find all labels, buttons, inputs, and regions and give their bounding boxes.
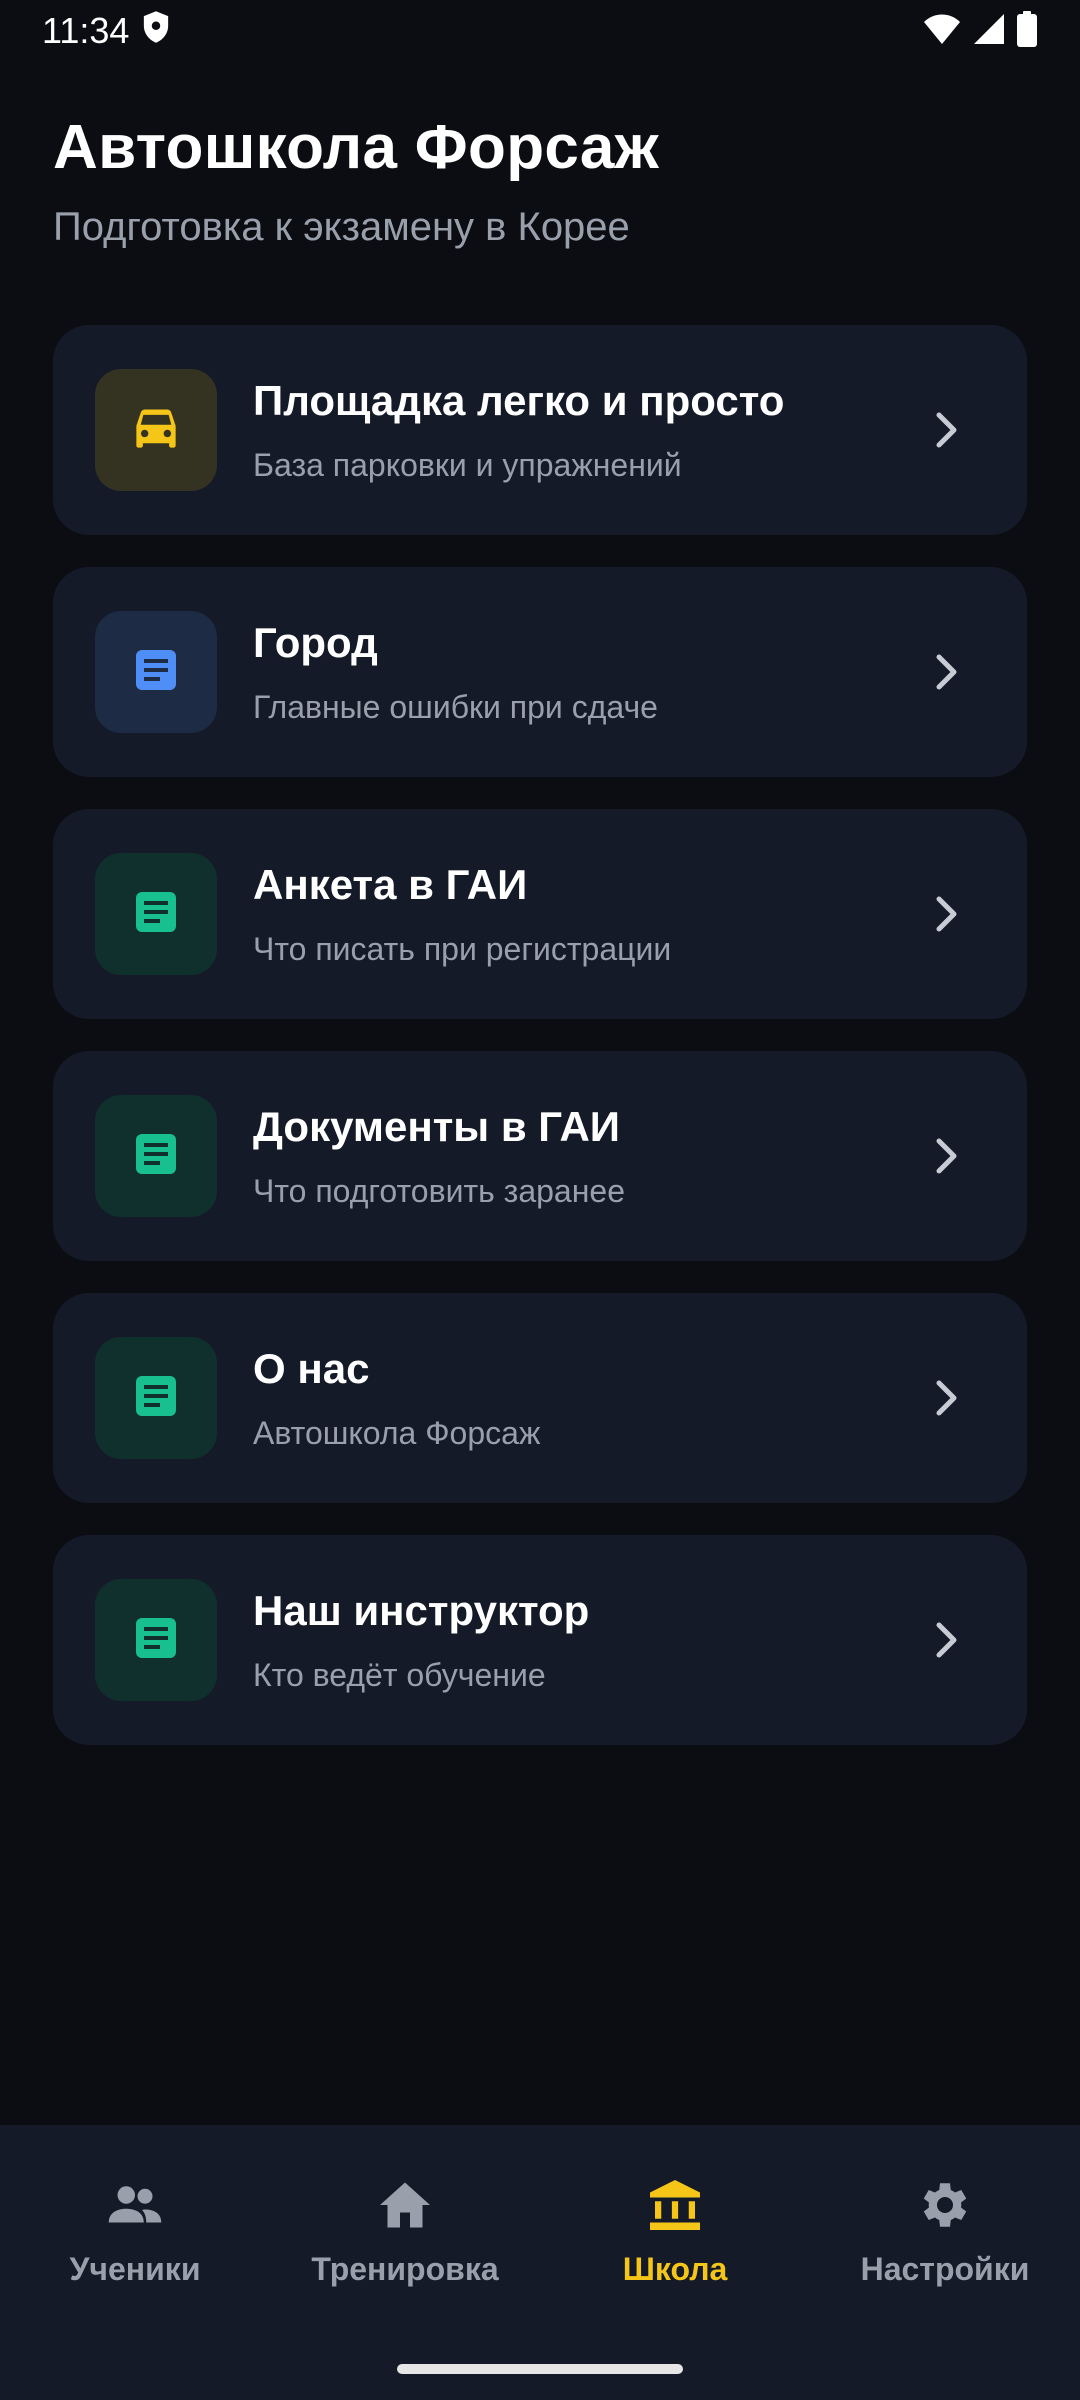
chevron-right-icon — [917, 1126, 977, 1186]
card-icon-box — [95, 1579, 217, 1701]
card-text: Наш инструктор Кто ведёт обучение — [253, 1587, 917, 1694]
card-инструктор[interactable]: Наш инструктор Кто ведёт обучение — [53, 1535, 1027, 1745]
document-icon — [132, 646, 180, 699]
card-text: О нас Автошкола Форсаж — [253, 1345, 917, 1452]
card-subtitle: Кто ведёт обучение — [253, 1656, 546, 1693]
card-title: Площадка легко и просто — [253, 376, 785, 424]
card-анкета[interactable]: Анкета в ГАИ Что писать при регистрации — [53, 809, 1027, 1019]
bottom-navigation: Ученики Тренировка Школа Настройки — [0, 2125, 1080, 2400]
chevron-right-icon — [917, 884, 977, 944]
card-subtitle: База парковки и упражнений — [253, 446, 682, 483]
card-title: Документы в ГАИ — [253, 1102, 620, 1150]
card-title: Наш инструктор — [253, 1586, 590, 1634]
card-документы[interactable]: Документы в ГАИ Что подготовить заранее — [53, 1051, 1027, 1261]
home-indicator[interactable] — [397, 2364, 683, 2374]
card-subtitle: Что подготовить заранее — [253, 1172, 625, 1209]
card-о-нас[interactable]: О нас Автошкола Форсаж — [53, 1293, 1027, 1503]
page-subtitle: Подготовка к экзамену в Корее — [53, 205, 630, 249]
nav-item-training[interactable]: Тренировка — [270, 2125, 540, 2400]
document-icon — [132, 1130, 180, 1183]
card-text: Город Главные ошибки при сдаче — [253, 619, 917, 726]
signal-icon — [972, 12, 1006, 51]
status-right — [922, 10, 1038, 52]
chevron-right-icon — [917, 1610, 977, 1670]
nav-label: Ученики — [69, 2251, 201, 2287]
card-icon-box — [95, 1095, 217, 1217]
document-icon — [132, 1372, 180, 1425]
section-list: Площадка легко и просто База парковки и … — [53, 325, 1027, 1777]
wifi-icon — [922, 12, 962, 51]
document-icon — [132, 1614, 180, 1667]
card-icon-box — [95, 369, 217, 491]
card-icon-box — [95, 1337, 217, 1459]
nav-item-settings[interactable]: Настройки — [810, 2125, 1080, 2400]
card-text: Документы в ГАИ Что подготовить заранее — [253, 1103, 917, 1210]
nav-item-students[interactable]: Ученики — [0, 2125, 270, 2400]
card-subtitle: Автошкола Форсаж — [253, 1414, 541, 1451]
nav-label: Настройки — [860, 2251, 1030, 2287]
status-left: 11:34 — [42, 10, 171, 53]
chevron-right-icon — [917, 642, 977, 702]
home-icon — [373, 2173, 437, 2237]
card-text: Анкета в ГАИ Что писать при регистрации — [253, 861, 917, 968]
card-subtitle: Что писать при регистрации — [253, 930, 672, 967]
nav-label: Школа — [622, 2251, 728, 2287]
card-title: Город — [253, 618, 378, 666]
card-город[interactable]: Город Главные ошибки при сдаче — [53, 567, 1027, 777]
card-subtitle: Главные ошибки при сдаче — [253, 688, 658, 725]
card-text: Площадка легко и просто База парковки и … — [253, 377, 917, 484]
gear-icon — [913, 2173, 977, 2237]
card-title: О нас — [253, 1344, 370, 1392]
people-icon — [103, 2173, 167, 2237]
shield-icon — [141, 10, 171, 53]
document-icon — [132, 888, 180, 941]
card-title: Анкета в ГАИ — [253, 860, 528, 908]
nav-item-school[interactable]: Школа — [540, 2125, 810, 2400]
battery-icon — [1016, 10, 1038, 52]
school-icon — [643, 2173, 707, 2237]
page-title: Автошкола Форсаж — [53, 113, 659, 182]
status-time: 11:34 — [42, 10, 130, 51]
card-площадка[interactable]: Площадка легко и просто База парковки и … — [53, 325, 1027, 535]
page-header: Автошкола Форсаж Подготовка к экзамену в… — [53, 112, 1027, 250]
chevron-right-icon — [917, 400, 977, 460]
card-icon-box — [95, 853, 217, 975]
card-icon-box — [95, 611, 217, 733]
car-icon — [129, 404, 183, 457]
chevron-right-icon — [917, 1368, 977, 1428]
status-bar: 11:34 — [0, 0, 1080, 62]
nav-label: Тренировка — [311, 2251, 499, 2287]
